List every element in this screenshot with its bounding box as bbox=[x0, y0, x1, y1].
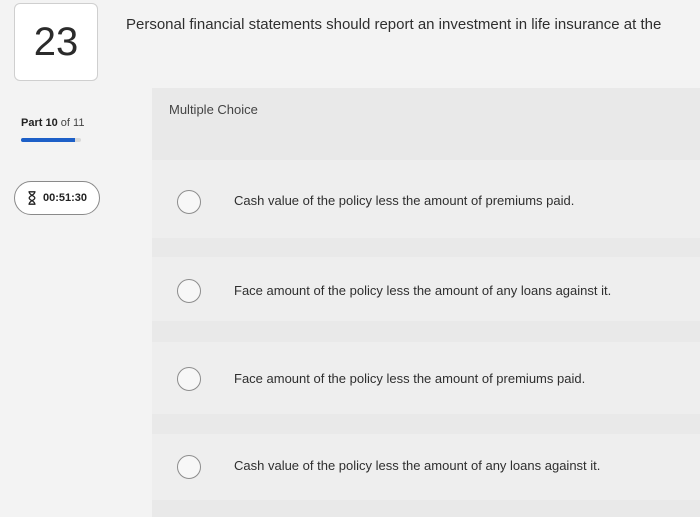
part-total: of 11 bbox=[60, 117, 85, 129]
question-type-label: Multiple Choice bbox=[169, 102, 258, 117]
part-progress-bar bbox=[21, 138, 81, 142]
choice-option-d[interactable]: Cash value of the policy less the amount… bbox=[152, 434, 700, 500]
timer-text: 00:51:30 bbox=[42, 192, 88, 204]
question-number-box: 23 bbox=[14, 3, 98, 81]
radio-button[interactable] bbox=[177, 367, 201, 391]
radio-button[interactable] bbox=[177, 190, 201, 214]
radio-button[interactable] bbox=[177, 455, 201, 479]
part-word: Part bbox=[21, 117, 43, 129]
question-number: 23 bbox=[33, 19, 79, 64]
part-current: 10 bbox=[45, 117, 58, 129]
part-progress-fill bbox=[21, 138, 75, 142]
choice-label: Face amount of the policy less the amoun… bbox=[234, 371, 586, 386]
choice-label: Cash value of the policy less the amount… bbox=[234, 193, 575, 208]
part-indicator: Part 10 of 11 bbox=[21, 117, 84, 129]
choice-option-a[interactable]: Cash value of the policy less the amount… bbox=[152, 160, 700, 238]
question-text: Personal financial statements should rep… bbox=[126, 16, 662, 33]
choice-label: Cash value of the policy less the amount… bbox=[234, 458, 601, 473]
choice-option-c[interactable]: Face amount of the policy less the amoun… bbox=[152, 342, 700, 414]
choice-label: Face amount of the policy less the amoun… bbox=[234, 283, 612, 298]
radio-button[interactable] bbox=[177, 279, 201, 303]
timer-button[interactable]: 00:51:30 bbox=[14, 181, 100, 215]
question-sidebar: 23 Part 10 of 11 00:51:30 bbox=[0, 0, 113, 517]
hourglass-icon bbox=[28, 191, 36, 205]
choice-option-b[interactable]: Face amount of the policy less the amoun… bbox=[152, 257, 700, 321]
